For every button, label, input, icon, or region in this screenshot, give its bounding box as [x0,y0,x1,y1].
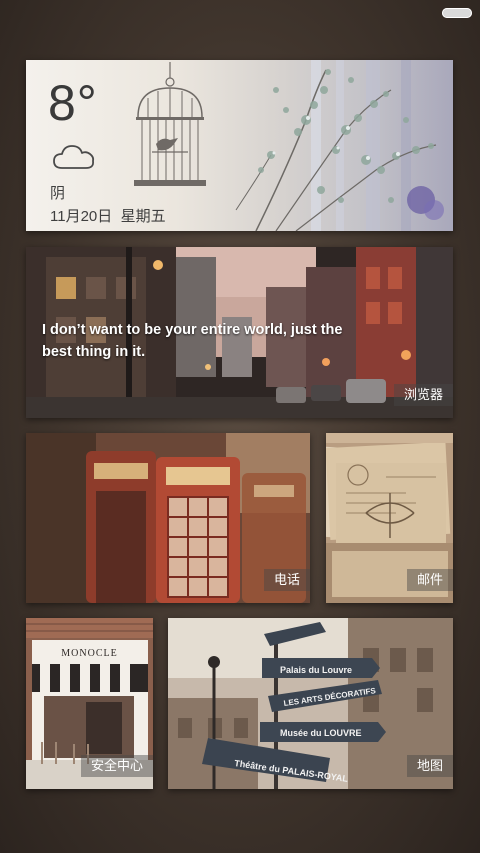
weather-widget[interactable]: 8° 阴 11月20日 星期五 [26,60,453,231]
sign-musee: Musée du LOUVRE [280,728,362,738]
cloud-icon [53,145,95,169]
browser-tile[interactable]: I don’t want to be your entire world, ju… [26,247,453,418]
battery-indicator [442,8,472,18]
security-tile[interactable]: MONOCLE 安全中心 [26,618,153,789]
browser-label: 浏览器 [393,384,453,406]
map-label: 地图 [406,755,453,777]
shop-sign: MONOCLE [61,648,118,659]
sign-palais: Palais du Louvre [280,665,352,675]
weather-date: 11月20日 星期五 [50,205,166,226]
temperature: 8° [48,75,98,131]
mail-tile[interactable]: 邮件 [326,433,453,603]
browser-quote: I don’t want to be your entire world, ju… [42,322,343,360]
weather-condition: 阴 [50,185,66,202]
security-label: 安全中心 [80,755,153,777]
map-tile[interactable]: Palais du Louvre LES ARTS DÉCORATIFS Mus… [168,618,453,789]
mail-label: 邮件 [406,569,453,591]
date-text: 11月20日 [50,208,113,225]
phone-tile[interactable]: 电话 [26,433,310,603]
phone-label: 电话 [263,569,310,591]
flowers-illustration [235,60,444,231]
weekday-text: 星期五 [120,208,166,225]
birdcage-illustration [134,62,206,186]
